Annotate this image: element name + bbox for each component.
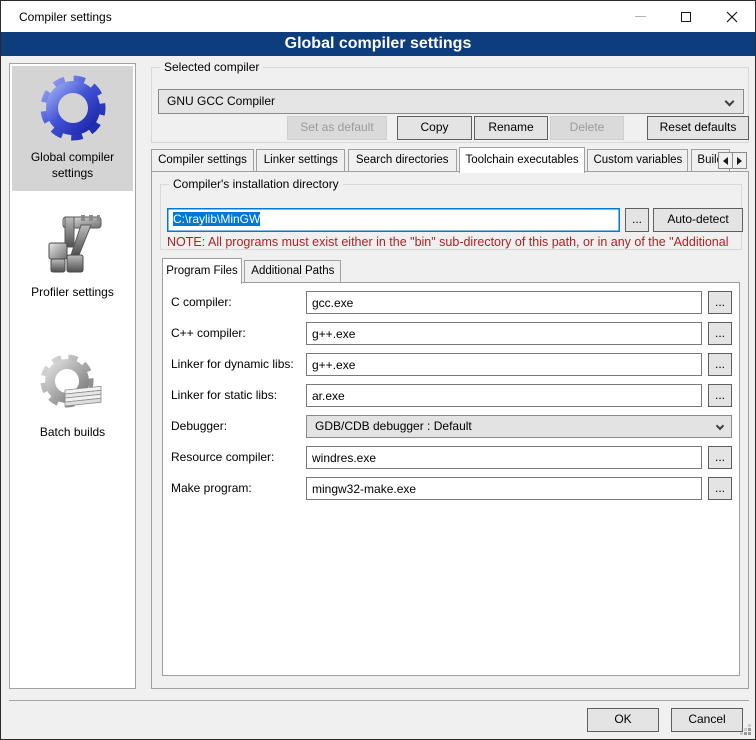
selected-compiler-value: GNU GCC Compiler xyxy=(167,94,275,108)
chevron-down-icon xyxy=(716,422,724,430)
bin-subdirectory-note: NOTE: All programs must exist either in … xyxy=(167,235,729,249)
delete-button[interactable]: Delete xyxy=(550,116,624,140)
maximize-icon xyxy=(681,12,691,22)
static-linker-input[interactable] xyxy=(306,384,702,407)
tab-custom-variables[interactable]: Custom variables xyxy=(587,149,688,172)
cancel-button[interactable]: Cancel xyxy=(671,708,743,732)
window-controls xyxy=(617,1,755,32)
arrow-left-icon xyxy=(723,157,728,165)
sidebar-item-label: Batch builds xyxy=(14,425,131,441)
dynamic-linker-label: Linker for dynamic libs: xyxy=(171,353,294,376)
minimize-button[interactable] xyxy=(617,1,663,32)
installation-directory-value: C:\raylib\MinGW xyxy=(173,212,260,226)
dynamic-linker-browse-button[interactable]: ... xyxy=(708,353,732,376)
tab-scroll-right-button[interactable] xyxy=(732,152,747,169)
browse-directory-button[interactable]: ... xyxy=(625,208,649,232)
c-compiler-browse-button[interactable]: ... xyxy=(708,291,732,314)
gray-gear-stack-icon xyxy=(37,349,109,421)
subtab-program-files[interactable]: Program Files xyxy=(162,258,242,284)
tab-toolchain-executables[interactable]: Toolchain executables xyxy=(459,147,585,173)
make-program-input[interactable] xyxy=(306,477,702,500)
ok-button[interactable]: OK xyxy=(587,708,659,732)
debugger-label: Debugger: xyxy=(171,415,227,438)
tab-scroll-left-button[interactable] xyxy=(718,152,733,169)
compiler-settings-dialog: Compiler settings Global compiler settin… xyxy=(0,0,756,740)
program-files-tabstrip: Program Files Additional Paths xyxy=(162,260,341,283)
cpp-compiler-label: C++ compiler: xyxy=(171,322,246,345)
c-compiler-input[interactable] xyxy=(306,291,702,314)
selected-compiler-dropdown[interactable]: GNU GCC Compiler xyxy=(158,89,744,114)
sidebar-item-global-compiler-settings[interactable]: Global compiler settings xyxy=(12,66,133,191)
tab-linker-settings[interactable]: Linker settings xyxy=(256,149,345,172)
selected-compiler-group-label: Selected compiler xyxy=(160,60,263,74)
make-program-label: Make program: xyxy=(171,477,252,500)
footer-separator xyxy=(9,700,749,701)
debugger-dropdown[interactable]: GDB/CDB debugger : Default xyxy=(306,415,732,438)
minimize-icon xyxy=(635,16,646,17)
subtab-additional-paths[interactable]: Additional Paths xyxy=(244,260,341,283)
tab-scroll-arrows xyxy=(719,152,747,169)
sidebar-item-profiler-settings[interactable]: Profiler settings xyxy=(12,201,133,311)
tab-compiler-settings[interactable]: Compiler settings xyxy=(151,149,254,172)
maximize-button[interactable] xyxy=(663,1,709,32)
resource-compiler-input[interactable] xyxy=(306,446,702,469)
sidebar-item-label: Profiler settings xyxy=(14,285,131,301)
close-button[interactable] xyxy=(709,1,755,32)
program-files-page: C compiler: ... C++ compiler: ... Linker… xyxy=(162,282,740,676)
dynamic-linker-input[interactable] xyxy=(306,353,702,376)
blue-gear-icon xyxy=(37,74,109,146)
c-compiler-label: C compiler: xyxy=(171,291,232,314)
make-program-browse-button[interactable]: ... xyxy=(708,477,732,500)
settings-tabstrip: Compiler settings Linker settings Search… xyxy=(151,149,749,172)
tab-search-directories[interactable]: Search directories xyxy=(348,149,457,172)
page-title: Global compiler settings xyxy=(1,32,755,56)
caliper-icon xyxy=(37,209,109,281)
copy-button[interactable]: Copy xyxy=(397,116,472,140)
sidebar-item-label: Global compiler settings xyxy=(14,150,131,181)
set-as-default-button[interactable]: Set as default xyxy=(287,116,387,140)
resource-compiler-browse-button[interactable]: ... xyxy=(708,446,732,469)
reset-defaults-button[interactable]: Reset defaults xyxy=(647,116,749,140)
cpp-compiler-input[interactable] xyxy=(306,322,702,345)
window-title: Compiler settings xyxy=(19,10,112,24)
installation-directory-input[interactable]: C:\raylib\MinGW xyxy=(167,208,620,232)
static-linker-label: Linker for static libs: xyxy=(171,384,277,407)
close-icon xyxy=(726,11,738,23)
sidebar-item-batch-builds[interactable]: Batch builds xyxy=(12,341,133,451)
chevron-down-icon xyxy=(725,97,735,107)
resize-grip[interactable] xyxy=(748,732,751,735)
cpp-compiler-browse-button[interactable]: ... xyxy=(708,322,732,345)
rename-button[interactable]: Rename xyxy=(474,116,548,140)
auto-detect-button[interactable]: Auto-detect xyxy=(653,208,743,232)
settings-sidebar: Global compiler settings xyxy=(9,63,136,689)
selected-compiler-group: Selected compiler GNU GCC Compiler Set a… xyxy=(151,67,749,143)
debugger-value: GDB/CDB debugger : Default xyxy=(315,419,472,433)
static-linker-browse-button[interactable]: ... xyxy=(708,384,732,407)
titlebar: Compiler settings xyxy=(1,1,755,32)
resource-compiler-label: Resource compiler: xyxy=(171,446,274,469)
installation-directory-group-label: Compiler's installation directory xyxy=(169,177,343,191)
arrow-right-icon xyxy=(737,157,742,165)
installation-directory-group: Compiler's installation directory C:\ray… xyxy=(160,184,742,250)
toolchain-executables-page: Compiler's installation directory C:\ray… xyxy=(151,171,749,689)
